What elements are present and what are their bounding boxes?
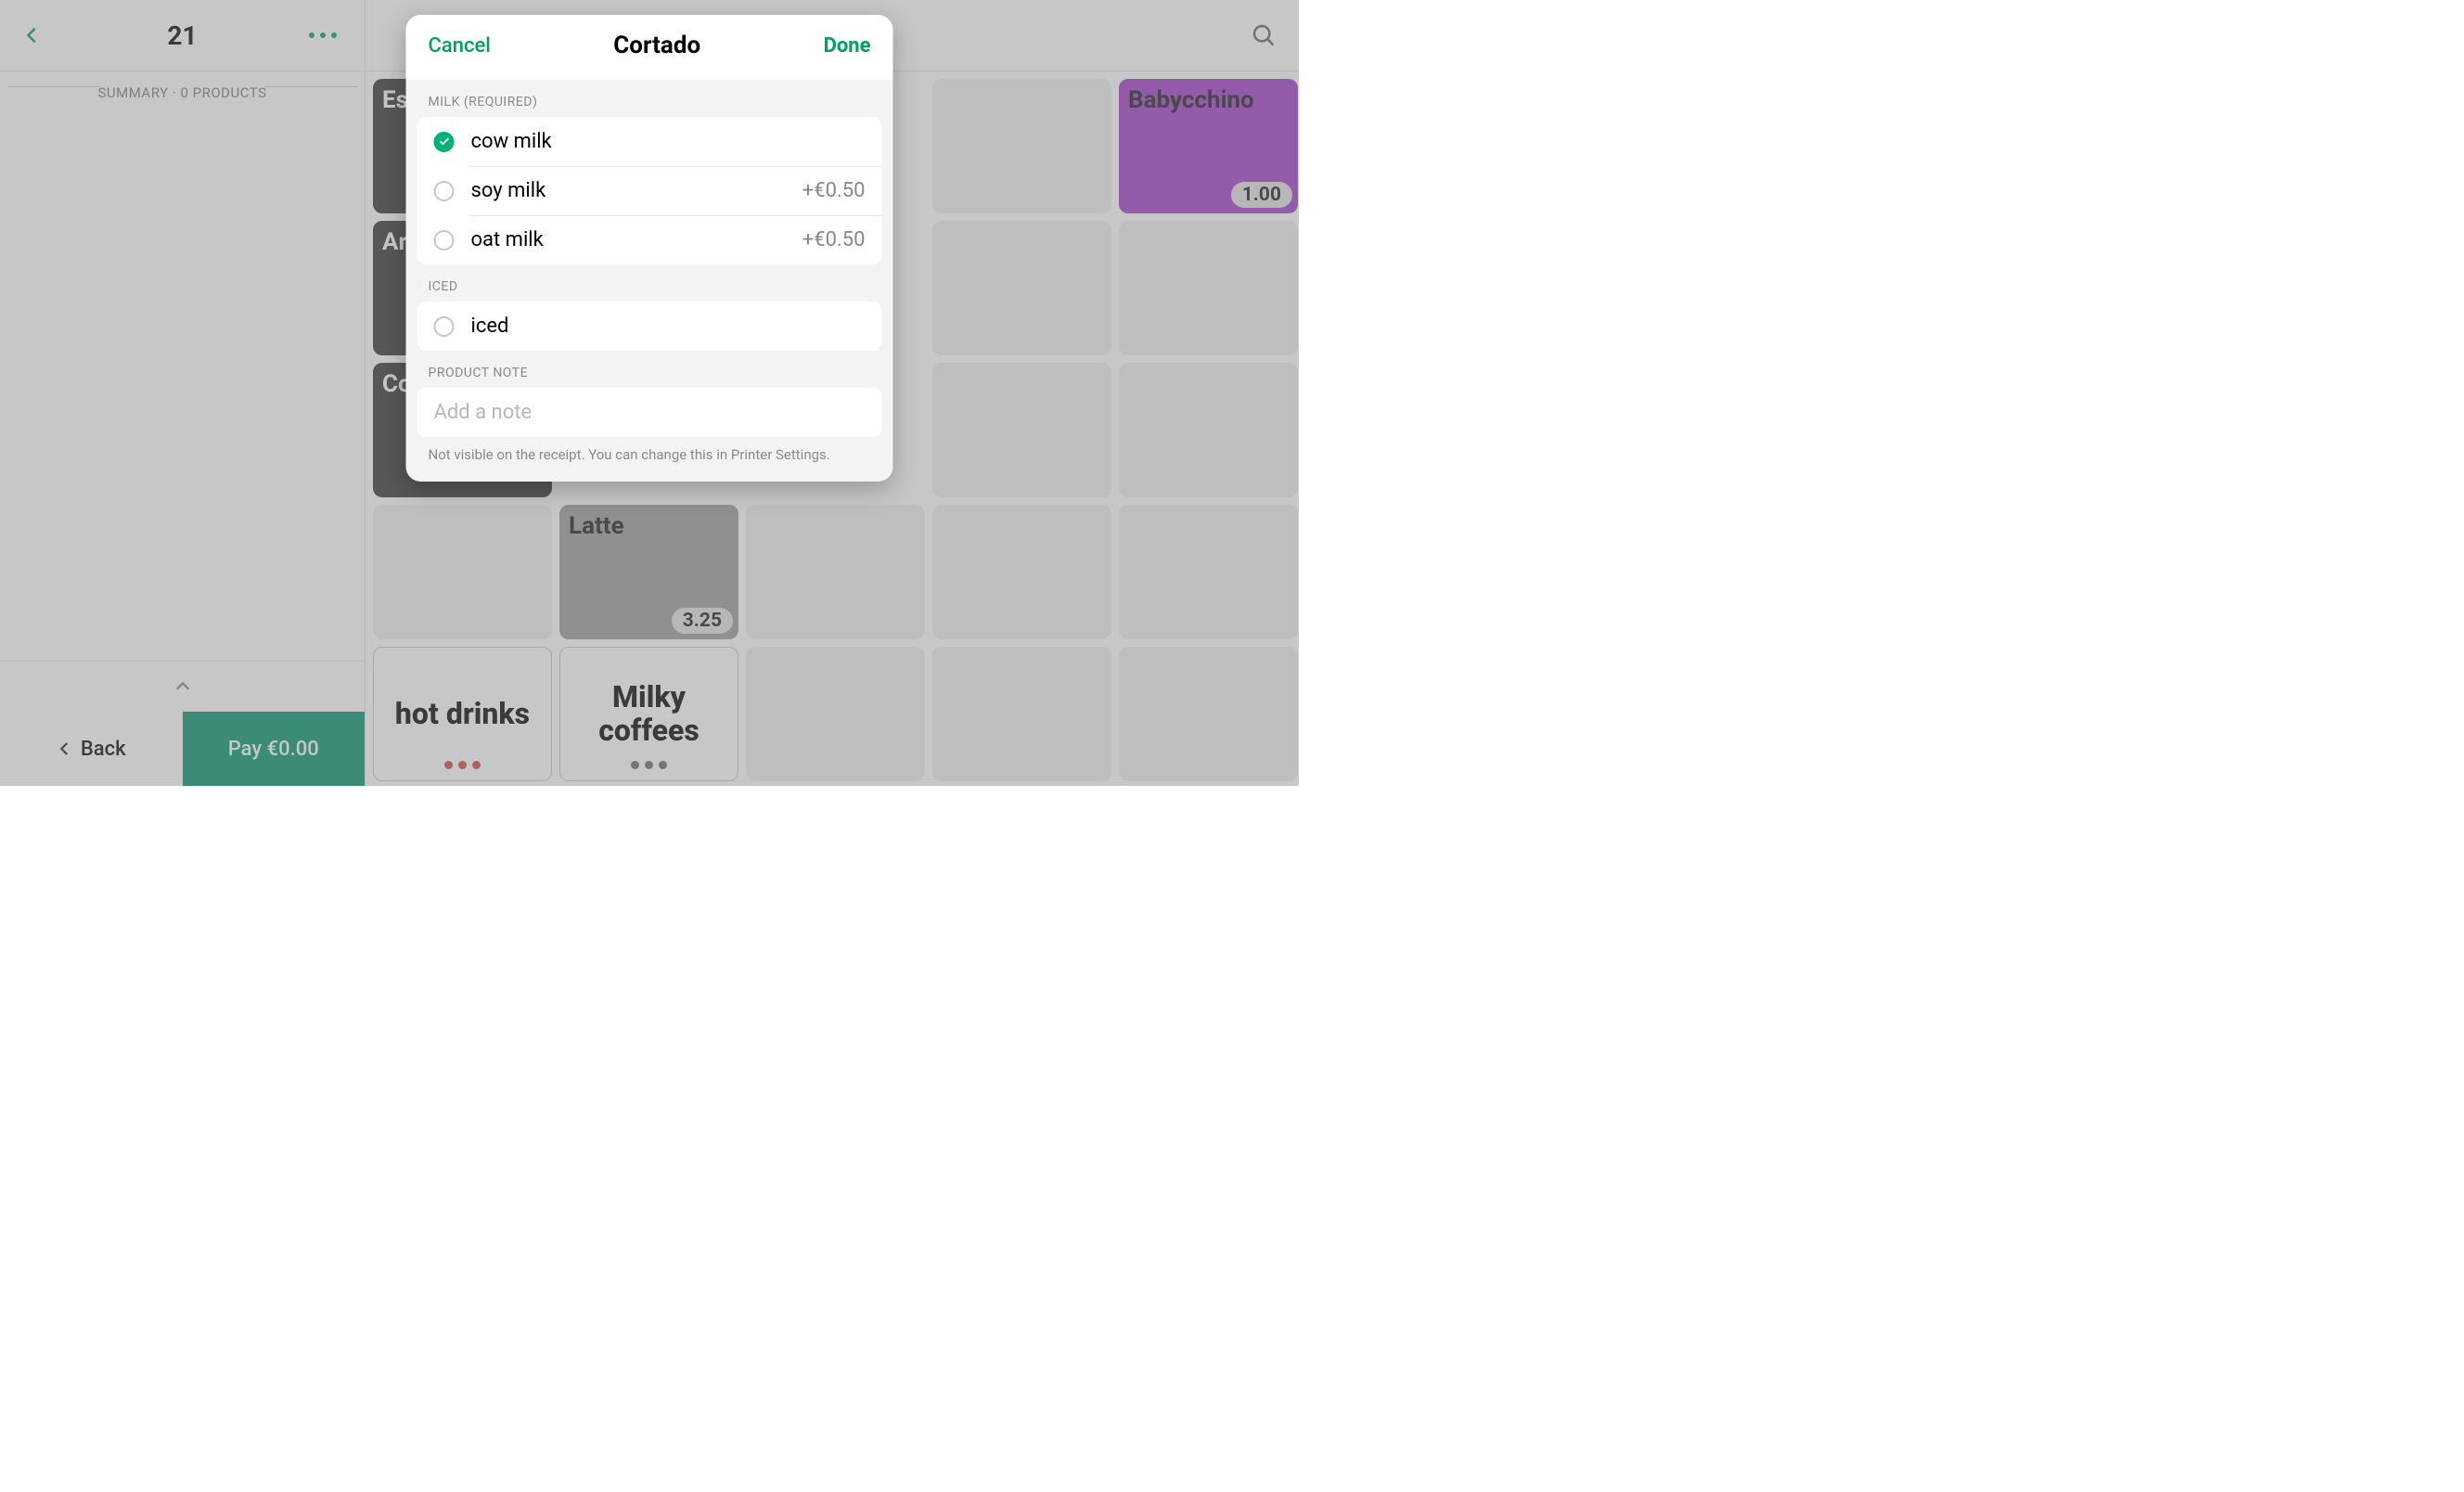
note-section-label: PRODUCT NOTE [406, 351, 893, 388]
option-price: +€0.50 [802, 228, 866, 251]
note-input-wrapper [417, 388, 882, 437]
option-row[interactable]: cow milk [417, 117, 882, 166]
option-label: soy milk [471, 179, 546, 202]
radio-icon [434, 181, 455, 201]
option-group-label: ICED [406, 264, 893, 302]
radio-icon [434, 316, 455, 337]
option-row[interactable]: iced [417, 302, 882, 351]
option-row[interactable]: soy milk +€0.50 [417, 166, 882, 215]
modal-title: Cortado [613, 32, 700, 59]
option-group-label: MILK (REQUIRED) [406, 80, 893, 117]
note-hint: Not visible on the receipt. You can chan… [406, 437, 893, 482]
product-options-modal: Cancel Cortado Done MILK (REQUIRED) cow m… [406, 15, 893, 482]
radio-selected-icon [434, 132, 455, 152]
note-input[interactable] [434, 401, 866, 424]
modal-header: Cancel Cortado Done [406, 15, 893, 80]
option-group: iced [417, 302, 882, 351]
option-group: cow milk soy milk +€0.50 oat milk +€0.50 [417, 117, 882, 264]
radio-icon [434, 230, 455, 251]
cancel-button[interactable]: Cancel [429, 34, 491, 58]
done-button[interactable]: Done [824, 34, 871, 58]
option-row[interactable]: oat milk +€0.50 [417, 215, 882, 264]
option-label: oat milk [471, 228, 544, 251]
option-price: +€0.50 [802, 179, 866, 202]
option-label: iced [471, 315, 509, 338]
option-label: cow milk [471, 130, 552, 153]
